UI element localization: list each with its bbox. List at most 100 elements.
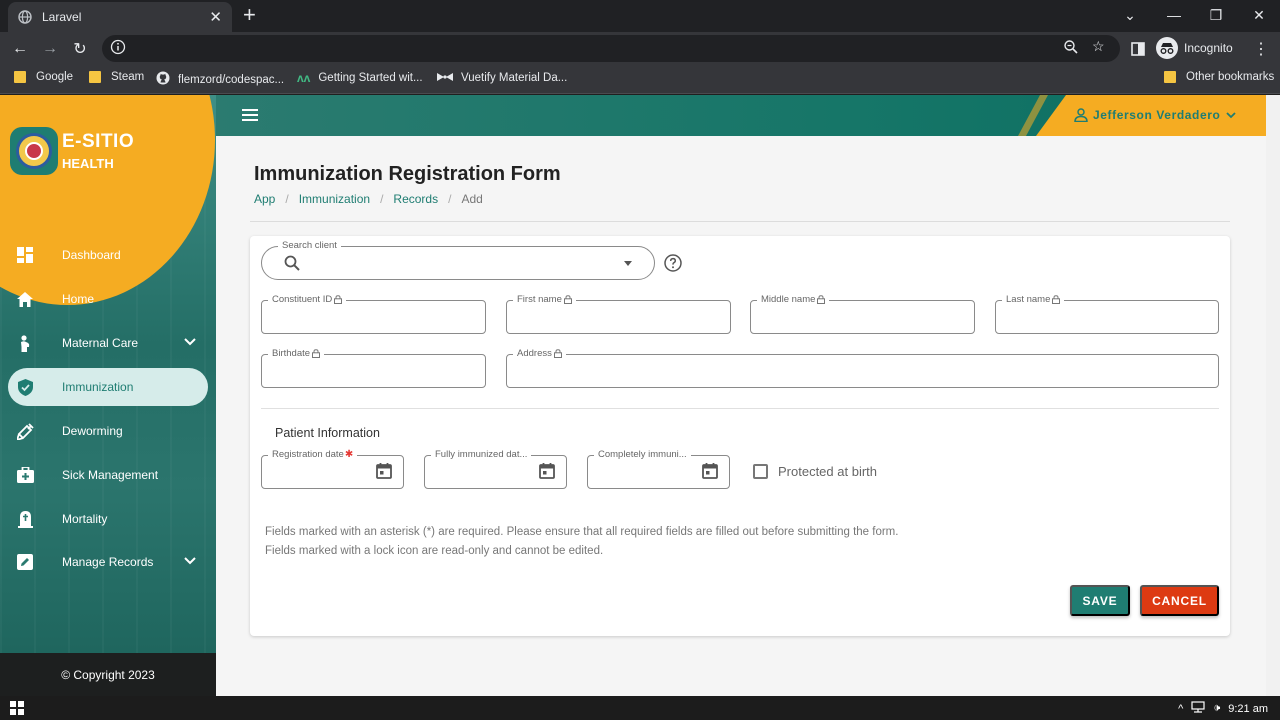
close-window-icon[interactable]: ✕ xyxy=(1237,0,1280,30)
lock-icon xyxy=(817,295,826,304)
windows-start-icon[interactable] xyxy=(10,701,24,715)
tray-chevron-up-icon[interactable]: ^ xyxy=(1178,703,1183,715)
constituent-id-field[interactable]: Constituent ID xyxy=(261,294,486,334)
reload-icon[interactable]: ↻ xyxy=(69,38,91,60)
tombstone-icon xyxy=(16,510,34,528)
bookmark-vue[interactable]: ʌʌ Getting Started wit... xyxy=(297,71,423,85)
bookmark-label: Google xyxy=(36,71,74,83)
protected-at-birth-label[interactable]: Protected at birth xyxy=(778,464,877,479)
breadcrumb-immunization[interactable]: Immunization xyxy=(299,192,370,206)
completely-immunized-date-field[interactable]: Completely immuni... xyxy=(587,449,730,489)
folder-icon xyxy=(1164,71,1176,83)
bookmark-label: Other bookmarks xyxy=(1186,71,1275,83)
restore-icon[interactable]: ❐ xyxy=(1194,0,1238,30)
url-input[interactable]: ☆ xyxy=(102,35,1120,62)
sidebar-item-label: Immunization xyxy=(62,380,134,394)
minimize-icon[interactable]: — xyxy=(1152,0,1196,30)
sidebar-item-mortality[interactable]: Mortality xyxy=(8,500,208,538)
address-label: Address xyxy=(513,348,566,359)
registration-date-field[interactable]: Registration date ✱ xyxy=(261,449,404,489)
close-tab-icon[interactable]: ✕ xyxy=(209,8,222,26)
chevron-down-icon xyxy=(184,554,196,568)
clock[interactable]: 9:21 am xyxy=(1228,703,1268,715)
breadcrumb: App / Immunization / Records / Add xyxy=(254,192,483,206)
user-name-label: Jefferson Verdadero xyxy=(1093,108,1221,122)
browser-menu-icon[interactable]: ⋮ xyxy=(1250,38,1272,60)
incognito-label: Incognito xyxy=(1184,41,1233,55)
chevron-down-icon xyxy=(184,335,196,349)
page-scrollbar[interactable] xyxy=(1266,95,1280,696)
incognito-indicator[interactable]: Incognito xyxy=(1156,36,1242,60)
calendar-icon[interactable] xyxy=(538,462,556,485)
last-name-field[interactable]: Last name xyxy=(995,294,1219,334)
required-asterisk: ✱ xyxy=(344,449,354,460)
lock-icon xyxy=(1052,295,1061,304)
other-bookmarks[interactable]: Other bookmarks xyxy=(1164,71,1274,83)
middle-name-field[interactable]: Middle name xyxy=(750,294,975,334)
sidebar-item-immunization[interactable]: Immunization xyxy=(8,368,208,406)
birthdate-field[interactable]: Birthdate xyxy=(261,348,486,388)
fully-immunized-date-field[interactable]: Fully immunized dat... xyxy=(424,449,567,489)
user-menu-button[interactable]: Jefferson Verdadero xyxy=(1074,108,1243,122)
help-icon[interactable] xyxy=(664,254,682,272)
forward-icon[interactable]: → xyxy=(39,38,61,60)
github-icon xyxy=(156,71,170,88)
bookmark-github[interactable]: flemzord/codespac... xyxy=(156,71,284,88)
registration-date-label: Registration date ✱ xyxy=(268,449,358,460)
chevron-down-icon xyxy=(1226,112,1237,119)
registration-form-card: Search client Constituent ID First name … xyxy=(250,236,1230,636)
breadcrumb-records[interactable]: Records xyxy=(393,192,438,206)
network-icon[interactable] xyxy=(1191,701,1205,716)
breadcrumb-add: Add xyxy=(461,192,483,206)
dropdown-arrow-icon[interactable] xyxy=(624,261,632,266)
sidebar-item-maternal-care[interactable]: Maternal Care xyxy=(8,324,208,362)
lock-icon xyxy=(334,295,343,304)
browser-tab[interactable]: Laravel ✕ xyxy=(8,2,232,32)
breadcrumb-app[interactable]: App xyxy=(254,192,275,206)
calendar-icon[interactable] xyxy=(701,462,719,485)
calendar-icon[interactable] xyxy=(375,462,393,485)
tab-title: Laravel xyxy=(42,10,82,24)
last-name-label: Last name xyxy=(1002,294,1065,305)
sidebar-item-dashboard[interactable]: Dashboard xyxy=(8,236,208,274)
sidebar-item-manage-records[interactable]: Manage Records xyxy=(8,543,208,581)
shield-icon xyxy=(16,378,34,396)
home-icon xyxy=(16,290,34,308)
save-button[interactable]: SAVE xyxy=(1070,585,1130,616)
menu-toggle-icon[interactable] xyxy=(242,109,258,121)
app-viewport: E-SITIO HEALTH Dashboard Home Maternal C… xyxy=(0,95,1280,696)
folder-icon xyxy=(14,71,26,83)
bookmark-steam[interactable]: Steam xyxy=(89,71,144,83)
tab-search-icon[interactable]: ⌄ xyxy=(1108,0,1152,30)
site-info-icon[interactable] xyxy=(110,39,126,58)
back-icon[interactable]: ← xyxy=(9,38,31,60)
readonly-fields-note: Fields marked with a lock icon are read-… xyxy=(265,545,604,557)
app-logo[interactable] xyxy=(10,127,58,175)
first-name-field[interactable]: First name xyxy=(506,294,731,334)
bookmark-google[interactable]: Google xyxy=(14,71,73,83)
cancel-button[interactable]: CANCEL xyxy=(1140,585,1219,616)
address-field[interactable]: Address xyxy=(506,348,1219,388)
new-tab-button[interactable]: + xyxy=(243,3,256,27)
patient-information-heading: Patient Information xyxy=(275,426,380,440)
section-divider xyxy=(261,408,1219,409)
protected-at-birth-checkbox[interactable] xyxy=(753,464,768,479)
os-taskbar: ^ 🕩 9:21 am xyxy=(0,696,1280,720)
sidebar-item-deworming[interactable]: Deworming xyxy=(8,412,208,450)
search-client-input[interactable]: Search client xyxy=(261,240,655,280)
bookmark-star-icon[interactable]: ☆ xyxy=(1092,38,1105,55)
sidebar: E-SITIO HEALTH Dashboard Home Maternal C… xyxy=(0,95,216,696)
side-panel-icon[interactable] xyxy=(1127,38,1149,60)
zoom-icon[interactable] xyxy=(1063,39,1079,58)
top-app-bar: Jefferson Verdadero xyxy=(216,95,1266,136)
address-bar: ← → ↻ ☆ Incognito ⋮ xyxy=(0,32,1280,64)
bookmark-vuetify[interactable]: Vuetify Material Da... xyxy=(437,71,567,85)
sidebar-item-home[interactable]: Home xyxy=(8,280,208,318)
breadcrumb-separator: / xyxy=(448,192,452,206)
lock-icon xyxy=(312,349,321,358)
browser-tab-strip: Laravel ✕ + ⌄ — ❐ ✕ xyxy=(0,0,1280,32)
sidebar-item-sick-management[interactable]: Sick Management xyxy=(8,456,208,494)
breadcrumb-separator: / xyxy=(285,192,289,206)
volume-icon[interactable]: 🕩 xyxy=(1213,702,1220,715)
seal-icon xyxy=(16,133,52,169)
